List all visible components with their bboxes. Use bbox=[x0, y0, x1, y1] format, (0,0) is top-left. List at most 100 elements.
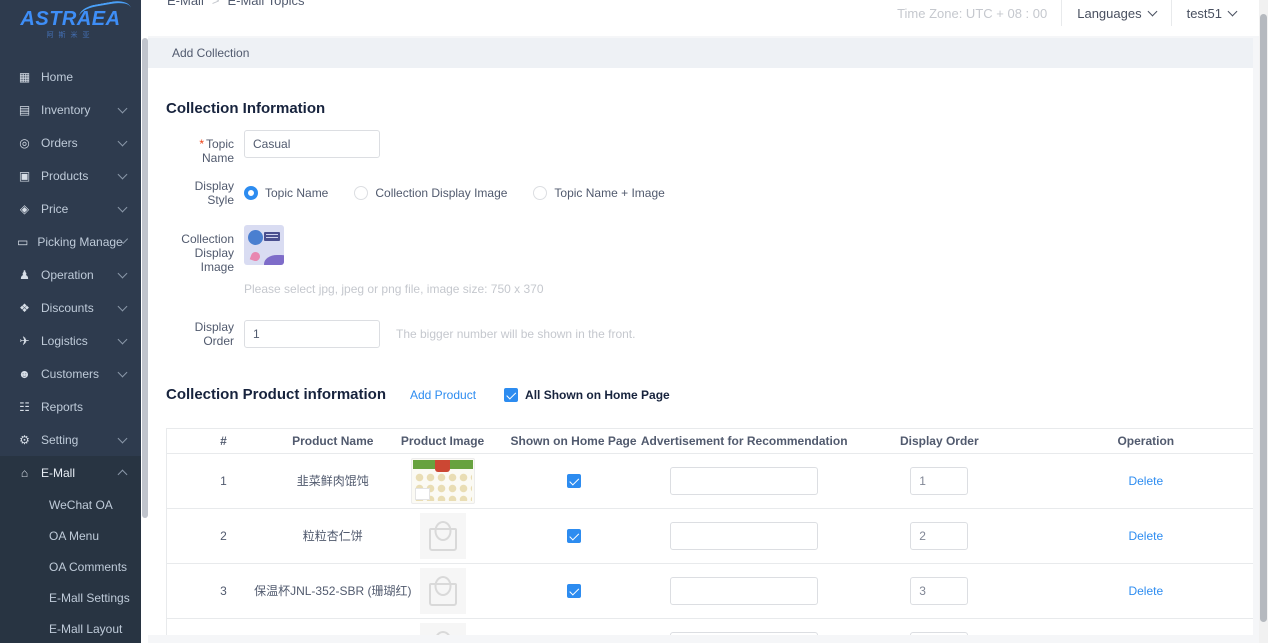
chevron-down-icon bbox=[118, 335, 128, 345]
breadcrumb-section[interactable]: E-Mall bbox=[167, 0, 204, 8]
user-menu[interactable]: test51 bbox=[1171, 0, 1251, 26]
display-order-input[interactable] bbox=[244, 320, 380, 348]
sidebar-scrollbar[interactable] bbox=[141, 0, 148, 643]
product-section-title: Collection Product information bbox=[166, 386, 386, 403]
radio-icon bbox=[244, 186, 258, 200]
collection-info-title: Collection Information bbox=[166, 80, 1253, 117]
row-display-order-input[interactable] bbox=[910, 522, 968, 550]
window-scrollbar-thumb[interactable] bbox=[1260, 14, 1267, 622]
app-logo: ASTRAEA 阿斯米亚 bbox=[0, 0, 141, 60]
row-display-order-input[interactable] bbox=[910, 577, 968, 605]
column-header-product-image: Product Image bbox=[385, 434, 499, 448]
sidebar-scrollbar-thumb[interactable] bbox=[142, 38, 148, 518]
sidebar-item-operation[interactable]: ♟ Operation bbox=[0, 258, 141, 291]
sidebar-item-products[interactable]: ▣ Products bbox=[0, 159, 141, 192]
chevron-down-icon bbox=[1228, 7, 1238, 17]
required-asterisk: * bbox=[199, 137, 204, 151]
mall-icon: ⌂ bbox=[17, 466, 32, 480]
display-style-option-topic-name-image[interactable]: Topic Name + Image bbox=[533, 186, 664, 200]
submenu-item-oa-menu[interactable]: OA Menu bbox=[0, 520, 141, 551]
column-header-advertisement-for-recommendation: Advertisement for Recommendation bbox=[647, 434, 840, 448]
all-shown-checkbox[interactable] bbox=[504, 388, 518, 402]
sidebar-item-customers[interactable]: ☻ Customers bbox=[0, 357, 141, 390]
radio-icon bbox=[354, 186, 368, 200]
sidebar-item-setting[interactable]: ⚙ Setting bbox=[0, 423, 141, 456]
collection-image-label: Collection Display Image bbox=[166, 225, 234, 274]
sidebar-item-discounts[interactable]: ❖ Discounts bbox=[0, 291, 141, 324]
product-photo bbox=[411, 458, 475, 504]
briefcase-icon: ▣ bbox=[17, 169, 32, 183]
product-name: 韭菜鲜肉馄饨 bbox=[297, 472, 369, 489]
sidebar-item-orders[interactable]: ◎ Orders bbox=[0, 126, 141, 159]
thumb-wave-shape bbox=[264, 255, 284, 265]
row-display-order-input[interactable] bbox=[910, 632, 968, 635]
product-image-cell bbox=[385, 513, 499, 559]
submenu-item-oa-comments[interactable]: OA Comments bbox=[0, 551, 141, 582]
sidebar-item-home[interactable]: ▦ Home bbox=[0, 60, 141, 93]
topic-name-input[interactable] bbox=[244, 130, 380, 158]
display-style-option-topic-name[interactable]: Topic Name bbox=[244, 186, 328, 200]
radio-icon bbox=[533, 186, 547, 200]
sidebar-item-price[interactable]: ◈ Price bbox=[0, 192, 141, 225]
chevron-down-icon bbox=[118, 368, 128, 378]
timezone-label: Time Zone: UTC + 08 : 00 bbox=[883, 0, 1061, 26]
box-icon: ▤ bbox=[17, 103, 32, 117]
delete-link[interactable]: Delete bbox=[1128, 584, 1163, 598]
column-header-product-name: Product Name bbox=[280, 434, 385, 448]
row-display-order-input[interactable] bbox=[910, 467, 968, 495]
image-hint: Please select jpg, jpeg or png file, ima… bbox=[244, 282, 1253, 296]
sidebar-item-reports[interactable]: ☷ Reports bbox=[0, 390, 141, 423]
emall-submenu: WeChat OA OA Menu OA Comments E-Mall Set… bbox=[0, 489, 141, 643]
collection-image-thumbnail[interactable] bbox=[244, 225, 284, 265]
advertisement-input[interactable] bbox=[670, 632, 818, 635]
column-header-display-order: Display Order bbox=[841, 434, 1038, 448]
chevron-down-icon bbox=[118, 269, 128, 279]
page-title: Add Collection bbox=[172, 46, 249, 60]
shown-on-home-checkbox[interactable] bbox=[567, 529, 581, 543]
sidebar-item-picking-manage[interactable]: ▭ Picking Manage bbox=[0, 225, 141, 258]
advertisement-input[interactable] bbox=[670, 467, 818, 495]
shown-on-home-checkbox[interactable] bbox=[567, 474, 581, 488]
table-row: 2 粒粒杏仁饼 Delete bbox=[167, 508, 1253, 563]
brand-subtitle: 阿斯米亚 bbox=[0, 30, 141, 40]
submenu-item-e-mall-layout[interactable]: E-Mall Layout bbox=[0, 613, 141, 643]
column-header-operation: Operation bbox=[1038, 434, 1253, 448]
display-style-options: Topic Name Collection Display Image Topi… bbox=[244, 186, 665, 200]
delete-link[interactable]: Delete bbox=[1128, 474, 1163, 488]
topic-name-row: *Topic Name bbox=[166, 130, 1253, 165]
advertisement-input[interactable] bbox=[670, 577, 818, 605]
window-scrollbar[interactable] bbox=[1259, 0, 1268, 643]
delete-link[interactable]: Delete bbox=[1128, 529, 1163, 543]
product-image-cell bbox=[385, 568, 499, 614]
all-shown-label: All Shown on Home Page bbox=[525, 388, 670, 402]
product-image-cell bbox=[385, 458, 499, 504]
sidebar: ASTRAEA 阿斯米亚 ▦ Home ▤ Inventory ◎ Orders… bbox=[0, 0, 141, 643]
add-product-link[interactable]: Add Product bbox=[410, 388, 476, 402]
bag-icon bbox=[429, 528, 457, 551]
advertisement-input[interactable] bbox=[670, 522, 818, 550]
product-image-placeholder bbox=[420, 513, 466, 559]
sidebar-item-inventory[interactable]: ▤ Inventory bbox=[0, 93, 141, 126]
submenu-item-e-mall-settings[interactable]: E-Mall Settings bbox=[0, 582, 141, 613]
row-index: 3 bbox=[220, 584, 227, 598]
shown-on-home-checkbox[interactable] bbox=[567, 584, 581, 598]
chevron-up-icon bbox=[118, 469, 128, 479]
row-index: 2 bbox=[220, 529, 227, 543]
display-order-label: Display Order bbox=[166, 320, 234, 348]
chevron-down-icon bbox=[118, 434, 128, 444]
all-shown-toggle[interactable]: All Shown on Home Page bbox=[504, 388, 670, 402]
chevron-down-icon bbox=[118, 137, 128, 147]
languages-menu[interactable]: Languages bbox=[1061, 0, 1170, 26]
chevron-down-icon bbox=[1147, 7, 1157, 17]
sidebar-item-logistics[interactable]: ✈ Logistics bbox=[0, 324, 141, 357]
collection-image-row: Collection Display Image bbox=[166, 225, 1253, 274]
product-image-placeholder bbox=[420, 623, 466, 635]
sidebar-item-e-mall[interactable]: ⌂ E-Mall bbox=[0, 456, 141, 489]
submenu-item-wechat-oa[interactable]: WeChat OA bbox=[0, 489, 141, 520]
display-order-hint: The bigger number will be shown in the f… bbox=[396, 327, 635, 341]
topic-name-label: Topic Name bbox=[202, 137, 234, 165]
chevron-down-icon bbox=[118, 104, 128, 114]
product-image-placeholder bbox=[420, 568, 466, 614]
ticket-icon: ❖ bbox=[17, 301, 32, 315]
display-style-option-collection-display-image[interactable]: Collection Display Image bbox=[354, 186, 507, 200]
